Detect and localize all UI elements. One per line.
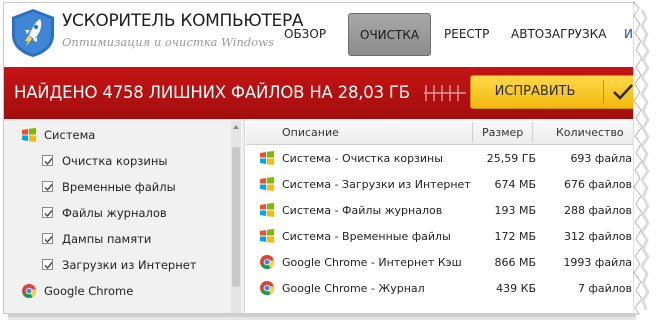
chrome-icon: [260, 281, 274, 295]
torn-edge-decoration: [633, 1, 650, 315]
app-window: УСКОРИТЕЛЬ КОМПЬЮТЕРА Оптимизация и очис…: [3, 2, 635, 314]
tree-scrollbar[interactable]: [231, 121, 241, 313]
column-divider: [532, 122, 533, 142]
scrollbar-thumb[interactable]: [232, 147, 240, 287]
checkmark-icon: [44, 210, 53, 218]
row-count: 693 файла: [570, 152, 632, 165]
rocket-logo-icon: [12, 9, 54, 57]
windows-icon: [260, 203, 274, 217]
row-description: Google Chrome - Интернет Кэш: [282, 256, 462, 269]
checkmark-icon: [44, 262, 53, 270]
tree-option-label: Загрузки из Интернет: [62, 258, 197, 272]
row-description: Google Chrome - Журнал: [282, 282, 425, 295]
header: УСКОРИТЕЛЬ КОМПЬЮТЕРА Оптимизация и очис…: [4, 3, 635, 67]
tree-group-label: Google Chrome: [44, 284, 134, 298]
tree-option-temp-files[interactable]: Временные файлы: [4, 175, 230, 201]
tree-option-label: Временные файлы: [62, 180, 176, 194]
table-row[interactable]: Google Chrome - Журнал 439 КБ 7 файлов: [246, 276, 635, 302]
results-banner: НАЙДЕНО 4758 ЛИШНИХ ФАЙЛОВ НА 28,03 ГБ И…: [4, 67, 635, 119]
row-description: Система - Загрузки из Интернет: [282, 178, 471, 191]
checkbox-memory-dumps[interactable]: [42, 233, 53, 244]
checkbox-internet-downloads[interactable]: [42, 259, 53, 270]
table-row[interactable]: Система - Загрузки из Интернет 674 МБ 67…: [246, 172, 635, 198]
app-title: УСКОРИТЕЛЬ КОМПЬЮТЕРА: [62, 11, 304, 31]
fix-button[interactable]: ИСПРАВИТЬ: [470, 75, 635, 109]
checkmark-icon: [44, 184, 53, 192]
tree-group-label: Система: [44, 128, 96, 142]
checkmark-icon: [613, 84, 633, 100]
row-description: Система - Файлы журналов: [282, 204, 443, 217]
fix-button-separator: [603, 80, 604, 104]
row-count: 312 файлов: [563, 230, 632, 243]
table-row[interactable]: Google Chrome - Интернет Кэш 866 МБ 1993…: [246, 250, 635, 276]
checkmark-icon: [44, 236, 53, 244]
row-count: 676 файлов: [563, 178, 632, 191]
row-size: 674 МБ: [494, 178, 536, 191]
tree-group-system[interactable]: Система: [4, 123, 230, 149]
windows-icon: [260, 177, 274, 191]
row-size: 25,59 ГБ: [486, 152, 536, 165]
stripes-decoration-icon: [424, 85, 466, 101]
row-size: 172 МБ: [494, 230, 536, 243]
row-description: Система - Временные файлы: [282, 230, 451, 243]
chrome-icon: [260, 255, 274, 269]
chrome-icon: [22, 284, 36, 298]
table-row[interactable]: Система - Файлы журналов 193 МБ 288 файл…: [246, 198, 635, 224]
tree-option-label: Очистка корзины: [62, 154, 168, 168]
row-count: 1993 файла: [563, 256, 632, 269]
table-header: Описание Размер Количество: [246, 119, 635, 145]
row-size: 439 КБ: [496, 282, 536, 295]
column-divider: [472, 122, 473, 142]
tree-group-google-chrome[interactable]: Google Chrome: [4, 279, 230, 305]
row-count: 7 файлов: [577, 282, 632, 295]
checkmark-icon: [44, 158, 53, 166]
row-size: 866 МБ: [494, 256, 536, 269]
row-count: 288 файлов: [563, 204, 632, 217]
results-table: Описание Размер Количество Система - Очи…: [246, 119, 635, 313]
tree-option-memory-dumps[interactable]: Дампы памяти: [4, 227, 230, 253]
column-description[interactable]: Описание: [282, 126, 339, 139]
windows-icon: [22, 128, 36, 142]
results-summary: НАЙДЕНО 4758 ЛИШНИХ ФАЙЛОВ НА 28,03 ГБ: [14, 83, 410, 102]
tab-registry[interactable]: РЕЕСТР: [444, 27, 489, 41]
tree-option-log-files[interactable]: Файлы журналов: [4, 201, 230, 227]
windows-icon: [260, 151, 274, 165]
scroll-up-icon[interactable]: [232, 123, 240, 131]
fix-button-label: ИСПРАВИТЬ: [494, 84, 576, 99]
table-row[interactable]: Система - Очистка корзины 25,59 ГБ 693 ф…: [246, 146, 635, 172]
windows-icon: [260, 229, 274, 243]
app-subtitle: Оптимизация и очистка Windows: [62, 35, 274, 49]
tab-overview[interactable]: ОБЗОР: [284, 27, 326, 41]
tab-cleanup[interactable]: ОЧИСТКА: [348, 13, 432, 56]
column-size[interactable]: Размер: [482, 126, 523, 139]
checkbox-temp-files[interactable]: [42, 181, 53, 192]
column-count[interactable]: Количество: [556, 126, 624, 139]
tree-option-internet-downloads[interactable]: Загрузки из Интернет: [4, 253, 230, 279]
shadow-decoration: [8, 314, 636, 320]
category-tree: Система Очистка корзины Временные файлы …: [4, 119, 245, 313]
table-row[interactable]: Система - Временные файлы 172 МБ 312 фай…: [246, 224, 635, 250]
tab-autostart[interactable]: АВТОЗАГРУЗКА: [511, 27, 606, 41]
tree-option-label: Файлы журналов: [62, 206, 167, 220]
checkbox-log-files[interactable]: [42, 207, 53, 218]
checkbox-recycle-bin[interactable]: [42, 155, 53, 166]
tree-option-recycle-bin[interactable]: Очистка корзины: [4, 149, 230, 175]
row-description: Система - Очистка корзины: [282, 152, 443, 165]
tree-option-label: Дампы памяти: [62, 232, 152, 246]
row-size: 193 МБ: [494, 204, 536, 217]
